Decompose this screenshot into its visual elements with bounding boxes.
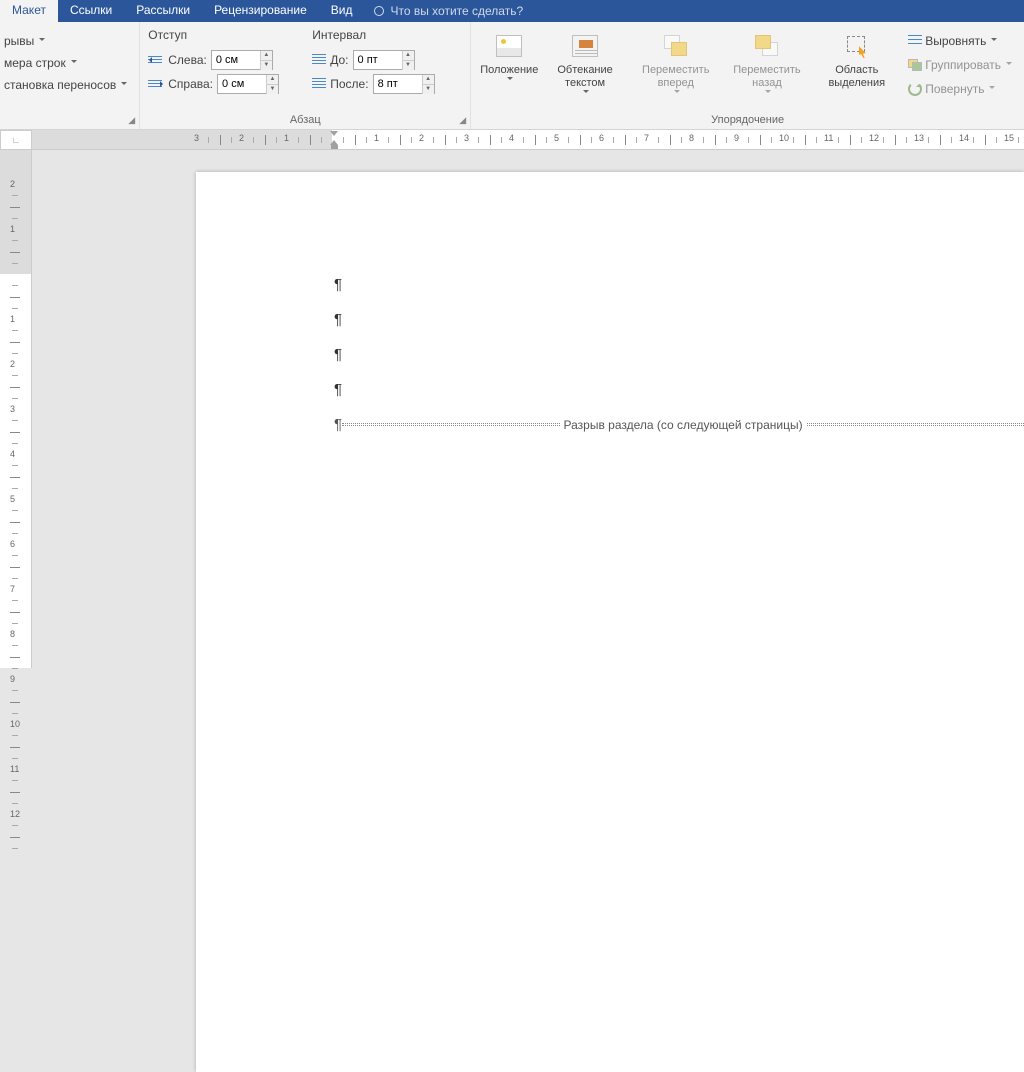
indent-left-icon <box>148 54 164 66</box>
page[interactable]: ¶ ¶ ¶ ¶ ¶ Разрыв раздела (со следующей с… <box>196 172 1024 1072</box>
hyphenation-button[interactable]: становка переносов <box>0 76 131 94</box>
bring-forward-icon <box>664 35 688 57</box>
paragraph-mark: ¶ <box>334 346 342 364</box>
group-objects-button[interactable]: Группировать <box>904 56 1016 74</box>
rotate-button[interactable]: Повернуть <box>904 80 1016 98</box>
indent-right-label: Справа: <box>168 77 213 91</box>
position-button[interactable]: Положение <box>479 26 539 83</box>
align-icon <box>908 35 922 47</box>
tab-review[interactable]: Рецензирование <box>202 0 319 22</box>
send-backward-icon <box>755 35 779 57</box>
indent-marker[interactable] <box>330 131 339 149</box>
tab-mailings[interactable]: Рассылки <box>124 0 202 22</box>
selection-pane-button[interactable]: Область выделения <box>813 26 900 90</box>
spacing-before-down[interactable]: ▼ <box>402 61 414 70</box>
bring-forward-button[interactable]: Переместить вперед <box>631 26 721 96</box>
ruler-corner[interactable]: ∟ <box>0 130 32 150</box>
tab-links[interactable]: Ссылки <box>58 0 124 22</box>
send-backward-button[interactable]: Переместить назад <box>725 26 810 96</box>
paragraph-group-title: Абзац <box>148 112 462 129</box>
wrap-text-button[interactable]: Обтекание текстом <box>543 26 627 96</box>
indent-left-up[interactable]: ▲ <box>260 51 272 61</box>
document-area: ∟ ¶ ¶ ¶ ¶ ¶ Разрыв раздела (со следующей… <box>0 130 1024 668</box>
selection-pane-icon <box>845 34 869 58</box>
indent-left-down[interactable]: ▼ <box>260 61 272 70</box>
paragraph-mark: ¶ <box>334 311 342 329</box>
spacing-before-label: До: <box>330 53 348 67</box>
spacing-after-down[interactable]: ▼ <box>422 85 434 94</box>
tell-me-search[interactable]: Что вы хотите сделать? <box>364 0 533 22</box>
align-button[interactable]: Выровнять <box>904 32 1016 50</box>
spacing-header: Интервал <box>312 26 462 46</box>
bulb-icon <box>374 6 384 16</box>
rotate-icon <box>908 82 922 96</box>
indent-left-label: Слева: <box>168 53 207 67</box>
line-numbers-button[interactable]: мера строк <box>0 54 131 72</box>
ribbon: рывы мера строк становка переносов ◢ Отс… <box>0 22 1024 130</box>
tab-layout[interactable]: Макет <box>0 0 58 22</box>
ribbon-tabs: Макет Ссылки Рассылки Рецензирование Вид… <box>0 0 1024 22</box>
indent-right-up[interactable]: ▲ <box>266 75 278 85</box>
indent-right-icon <box>148 78 164 90</box>
paragraph-launcher[interactable]: ◢ <box>457 115 468 126</box>
vertical-ruler[interactable] <box>0 150 32 668</box>
indent-right-down[interactable]: ▼ <box>266 85 278 94</box>
breaks-button[interactable]: рывы <box>0 32 131 50</box>
page-setup-launcher[interactable]: ◢ <box>126 115 137 126</box>
spacing-after-up[interactable]: ▲ <box>422 75 434 85</box>
spacing-before-icon <box>312 54 326 66</box>
group-objects-icon <box>908 59 922 71</box>
spacing-after-icon <box>312 78 326 90</box>
wrap-icon <box>572 35 598 57</box>
section-break: ¶ Разрыв раздела (со следующей страницы) <box>334 416 1024 433</box>
paragraph-mark: ¶ <box>334 381 342 399</box>
horizontal-ruler[interactable] <box>32 130 1024 150</box>
tab-view[interactable]: Вид <box>319 0 365 22</box>
indent-header: Отступ <box>148 26 308 46</box>
spacing-before-up[interactable]: ▲ <box>402 51 414 61</box>
paragraph-mark: ¶ <box>334 276 342 294</box>
spacing-after-label: После: <box>330 77 368 91</box>
arrange-group-title: Упорядочение <box>479 112 1016 129</box>
position-icon <box>496 35 522 57</box>
tell-me-placeholder: Что вы хотите сделать? <box>390 4 523 18</box>
